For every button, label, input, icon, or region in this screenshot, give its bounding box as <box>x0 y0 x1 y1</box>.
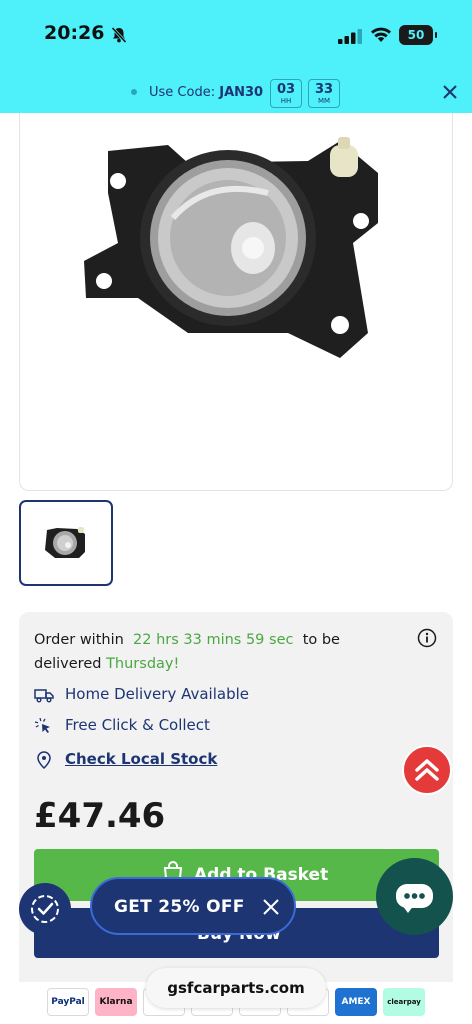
countdown-minutes: 33 MM <box>308 79 340 108</box>
top-bar: 20:26 50 Use Code: JAN30 03 HH 33 MM <box>0 0 472 113</box>
promo-code-text: Use Code: JAN30 <box>149 85 263 100</box>
bullet-icon <box>131 89 137 95</box>
countdown-hours-unit: HH <box>280 97 292 105</box>
amex-logo: AMEX <box>335 988 377 1016</box>
close-icon[interactable] <box>262 898 280 916</box>
location-pin-icon <box>37 751 51 769</box>
product-thumbnail[interactable] <box>19 500 113 586</box>
bell-muted-icon <box>111 26 127 44</box>
chat-button[interactable] <box>376 858 453 935</box>
chat-bubble-tail <box>402 905 414 913</box>
browser-url-bar[interactable]: gsfcarparts.com <box>146 968 326 1008</box>
close-icon[interactable] <box>440 82 460 102</box>
product-price: £47.46 <box>34 796 166 836</box>
countdown-minutes-value: 33 <box>314 82 334 97</box>
accessibility-button[interactable] <box>19 883 71 935</box>
order-prefix: Order within <box>34 632 124 648</box>
battery-indicator: 50 <box>399 25 437 45</box>
discount-offer-label: GET 25% OFF <box>114 897 245 917</box>
fog-lamp-thumbnail-image <box>45 527 85 558</box>
countdown-hours-value: 03 <box>276 82 296 97</box>
promo-code-label: Use Code: <box>149 85 216 100</box>
promo-code: JAN30 <box>219 85 264 100</box>
chat-dots-icon <box>404 893 425 899</box>
order-countdown-text: Order within 22 hrs 33 mins 59 sec to be… <box>34 628 404 676</box>
click-collect-text: Free Click & Collect <box>65 716 210 734</box>
wifi-icon <box>371 27 391 42</box>
info-icon[interactable] <box>417 628 437 648</box>
status-bar: 20:26 50 <box>0 0 472 70</box>
clearpay-logo: clearpay <box>383 988 425 1016</box>
fog-lamp-image <box>84 137 378 358</box>
delivery-day: Thursday! <box>106 656 180 672</box>
status-time: 20:26 <box>44 22 105 44</box>
order-countdown: 22 hrs 33 mins 59 sec <box>133 632 294 648</box>
delivery-info-card: Order within 22 hrs 33 mins 59 sec to be… <box>19 612 453 1022</box>
home-delivery-text: Home Delivery Available <box>65 685 249 703</box>
accessibility-icon <box>31 895 59 923</box>
klarna-logo: Klarna <box>95 988 137 1016</box>
paypal-logo: PayPal <box>47 988 89 1016</box>
discount-offer-button[interactable]: GET 25% OFF <box>90 877 296 935</box>
product-image-card[interactable] <box>19 113 453 491</box>
promo-banner: Use Code: JAN30 03 HH 33 MM <box>0 76 472 112</box>
scroll-to-top-button[interactable] <box>402 745 452 795</box>
click-cursor-icon <box>34 717 50 733</box>
check-stock-link[interactable]: Check Local Stock <box>65 750 217 768</box>
double-chevron-up-icon <box>415 759 439 781</box>
browser-domain: gsfcarparts.com <box>167 979 305 997</box>
countdown-minutes-unit: MM <box>317 97 331 105</box>
countdown-hours: 03 HH <box>270 79 302 108</box>
cellular-signal-icon <box>338 29 362 44</box>
delivery-truck-icon <box>34 689 54 703</box>
